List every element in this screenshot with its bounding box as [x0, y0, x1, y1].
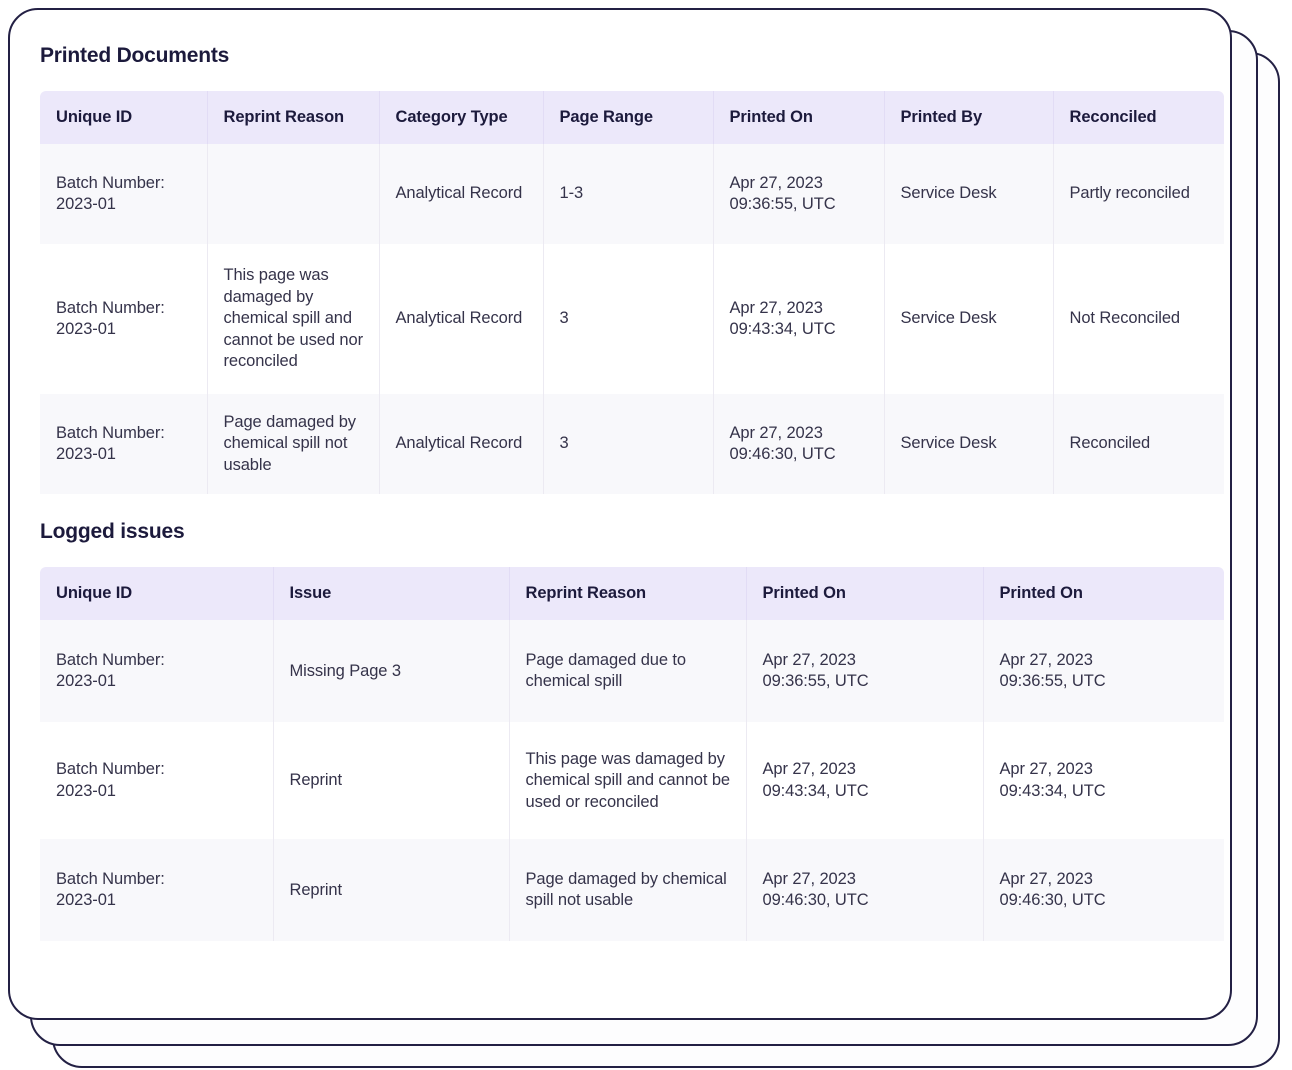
cell-printed-by: Service Desk: [884, 394, 1054, 495]
logged-issues-table-header: Unique ID Issue Reprint Reason Printed O…: [40, 567, 1224, 621]
cell-printed-on-2: Apr 27, 2023 09:36:55, UTC: [983, 620, 1224, 723]
cell-unique-id: Batch Number: 2023-01: [40, 244, 208, 394]
unique-id-label: Batch Number:: [56, 650, 165, 669]
cell-page-range: 3: [543, 244, 714, 394]
printed-on-date: Apr 27, 2023: [999, 650, 1093, 669]
unique-id-value: 2023-01: [56, 672, 116, 691]
cell-unique-id: Batch Number: 2023-01: [40, 144, 208, 244]
column-header-printed-on-2[interactable]: Printed On: [983, 567, 1224, 621]
column-header-unique-id[interactable]: Unique ID: [40, 567, 274, 621]
unique-id-value: 2023-01: [56, 781, 116, 800]
column-header-printed-on[interactable]: Printed On: [713, 91, 885, 144]
page-title-logged-issues: Logged issues: [40, 520, 185, 544]
cell-unique-id: Batch Number: 2023-01: [40, 722, 274, 840]
printed-on-date: Apr 27, 2023: [729, 298, 823, 317]
table-row[interactable]: Batch Number: 2023-01 Page damaged by ch…: [40, 394, 1224, 495]
printed-on-date: Apr 27, 2023: [999, 760, 1093, 779]
column-header-category-type[interactable]: Category Type: [379, 91, 544, 144]
printed-on-time: 09:46:30, UTC: [762, 891, 869, 910]
cell-reprint-reason: Page damaged due to chemical spill: [509, 620, 747, 723]
unique-id-value: 2023-01: [56, 445, 116, 464]
printed-on-date: Apr 27, 2023: [999, 869, 1093, 888]
cell-unique-id: Batch Number: 2023-01: [40, 839, 274, 942]
cell-page-range: 1-3: [543, 144, 714, 244]
printed-on-date: Apr 27, 2023: [762, 869, 856, 888]
printed-on-date: Apr 27, 2023: [729, 173, 823, 192]
cell-printed-on: Apr 27, 2023 09:36:55, UTC: [713, 144, 885, 244]
cell-printed-on-1: Apr 27, 2023 09:36:55, UTC: [746, 620, 984, 723]
table-header-row: Unique ID Issue Reprint Reason Printed O…: [40, 567, 1224, 621]
printed-on-time: 09:43:34, UTC: [999, 781, 1106, 800]
table-row[interactable]: Batch Number: 2023-01 Missing Page 3 Pag…: [40, 620, 1224, 723]
printed-on-time: 09:36:55, UTC: [999, 672, 1106, 691]
cell-printed-on: Apr 27, 2023 09:43:34, UTC: [713, 244, 885, 394]
report-card: Printed Documents Unique ID Reprint Reas…: [8, 8, 1232, 1020]
column-header-unique-id[interactable]: Unique ID: [40, 91, 208, 144]
cell-category-type: Analytical Record: [379, 394, 544, 495]
table-header-row: Unique ID Reprint Reason Category Type P…: [40, 91, 1224, 144]
screenshot-stage: Printed Documents Unique ID Reprint Reas…: [0, 0, 1292, 1070]
unique-id-label: Batch Number:: [56, 173, 165, 192]
cell-printed-by: Service Desk: [884, 144, 1054, 244]
printed-on-time: 09:46:30, UTC: [999, 891, 1106, 910]
cell-reprint-reason: This page was damaged by chemical spill …: [207, 244, 380, 394]
cell-issue: Reprint: [273, 839, 510, 942]
cell-unique-id: Batch Number: 2023-01: [40, 394, 208, 495]
printed-on-date: Apr 27, 2023: [762, 760, 856, 779]
printed-on-date: Apr 27, 2023: [729, 423, 823, 442]
cell-reconciled: Reconciled: [1053, 394, 1224, 495]
unique-id-label: Batch Number:: [56, 869, 165, 888]
cell-printed-on-2: Apr 27, 2023 09:46:30, UTC: [983, 839, 1224, 942]
printed-on-time: 09:43:34, UTC: [762, 781, 869, 800]
column-header-issue[interactable]: Issue: [273, 567, 510, 621]
column-header-reconciled[interactable]: Reconciled: [1053, 91, 1224, 144]
printed-on-time: 09:36:55, UTC: [729, 195, 836, 213]
cell-issue: Reprint: [273, 722, 510, 840]
table-row[interactable]: Batch Number: 2023-01 Reprint Page damag…: [40, 839, 1224, 942]
unique-id-value: 2023-01: [56, 320, 116, 338]
printed-documents-table-body: Batch Number: 2023-01 Analytical Record …: [40, 144, 1224, 495]
page-title-printed-documents: Printed Documents: [40, 44, 230, 67]
cell-reprint-reason: [207, 144, 380, 244]
unique-id-label: Batch Number:: [56, 298, 165, 317]
table-row[interactable]: Batch Number: 2023-01 Reprint This page …: [40, 722, 1224, 840]
cell-printed-on-2: Apr 27, 2023 09:43:34, UTC: [983, 722, 1224, 840]
printed-on-time: 09:46:30, UTC: [729, 445, 836, 464]
cell-category-type: Analytical Record: [379, 244, 544, 394]
cell-printed-on-1: Apr 27, 2023 09:46:30, UTC: [746, 839, 984, 942]
unique-id-value: 2023-01: [56, 891, 116, 910]
printed-on-time: 09:43:34, UTC: [729, 320, 836, 338]
cell-reprint-reason: Page damaged by chemical spill not usabl…: [207, 394, 380, 495]
printed-documents-table: Unique ID Reprint Reason Category Type P…: [40, 91, 1224, 495]
cell-printed-on: Apr 27, 2023 09:46:30, UTC: [713, 394, 885, 495]
cell-reconciled: Not Reconciled: [1053, 244, 1224, 394]
unique-id-label: Batch Number:: [56, 760, 165, 779]
column-header-printed-by[interactable]: Printed By: [884, 91, 1054, 144]
cell-issue: Missing Page 3: [273, 620, 510, 723]
unique-id-value: 2023-01: [56, 195, 116, 213]
cell-printed-by: Service Desk: [884, 244, 1054, 394]
column-header-page-range[interactable]: Page Range: [543, 91, 714, 144]
cell-reprint-reason: This page was damaged by chemical spill …: [509, 722, 747, 840]
table-row[interactable]: Batch Number: 2023-01 This page was dama…: [40, 244, 1224, 394]
column-header-reprint-reason[interactable]: Reprint Reason: [207, 91, 380, 144]
table-row[interactable]: Batch Number: 2023-01 Analytical Record …: [40, 144, 1224, 244]
cell-category-type: Analytical Record: [379, 144, 544, 244]
cell-reconciled: Partly reconciled: [1053, 144, 1224, 244]
cell-page-range: 3: [543, 394, 714, 495]
column-header-reprint-reason[interactable]: Reprint Reason: [509, 567, 747, 621]
printed-on-time: 09:36:55, UTC: [762, 672, 869, 691]
logged-issues-table: Unique ID Issue Reprint Reason Printed O…: [40, 567, 1224, 942]
cell-printed-on-1: Apr 27, 2023 09:43:34, UTC: [746, 722, 984, 840]
cell-reprint-reason: Page damaged by chemical spill not usabl…: [509, 839, 747, 942]
printed-on-date: Apr 27, 2023: [762, 650, 856, 669]
column-header-printed-on-1[interactable]: Printed On: [746, 567, 984, 621]
logged-issues-table-body: Batch Number: 2023-01 Missing Page 3 Pag…: [40, 620, 1224, 942]
printed-documents-table-header: Unique ID Reprint Reason Category Type P…: [40, 91, 1224, 144]
cell-unique-id: Batch Number: 2023-01: [40, 620, 274, 723]
unique-id-label: Batch Number:: [56, 423, 165, 442]
